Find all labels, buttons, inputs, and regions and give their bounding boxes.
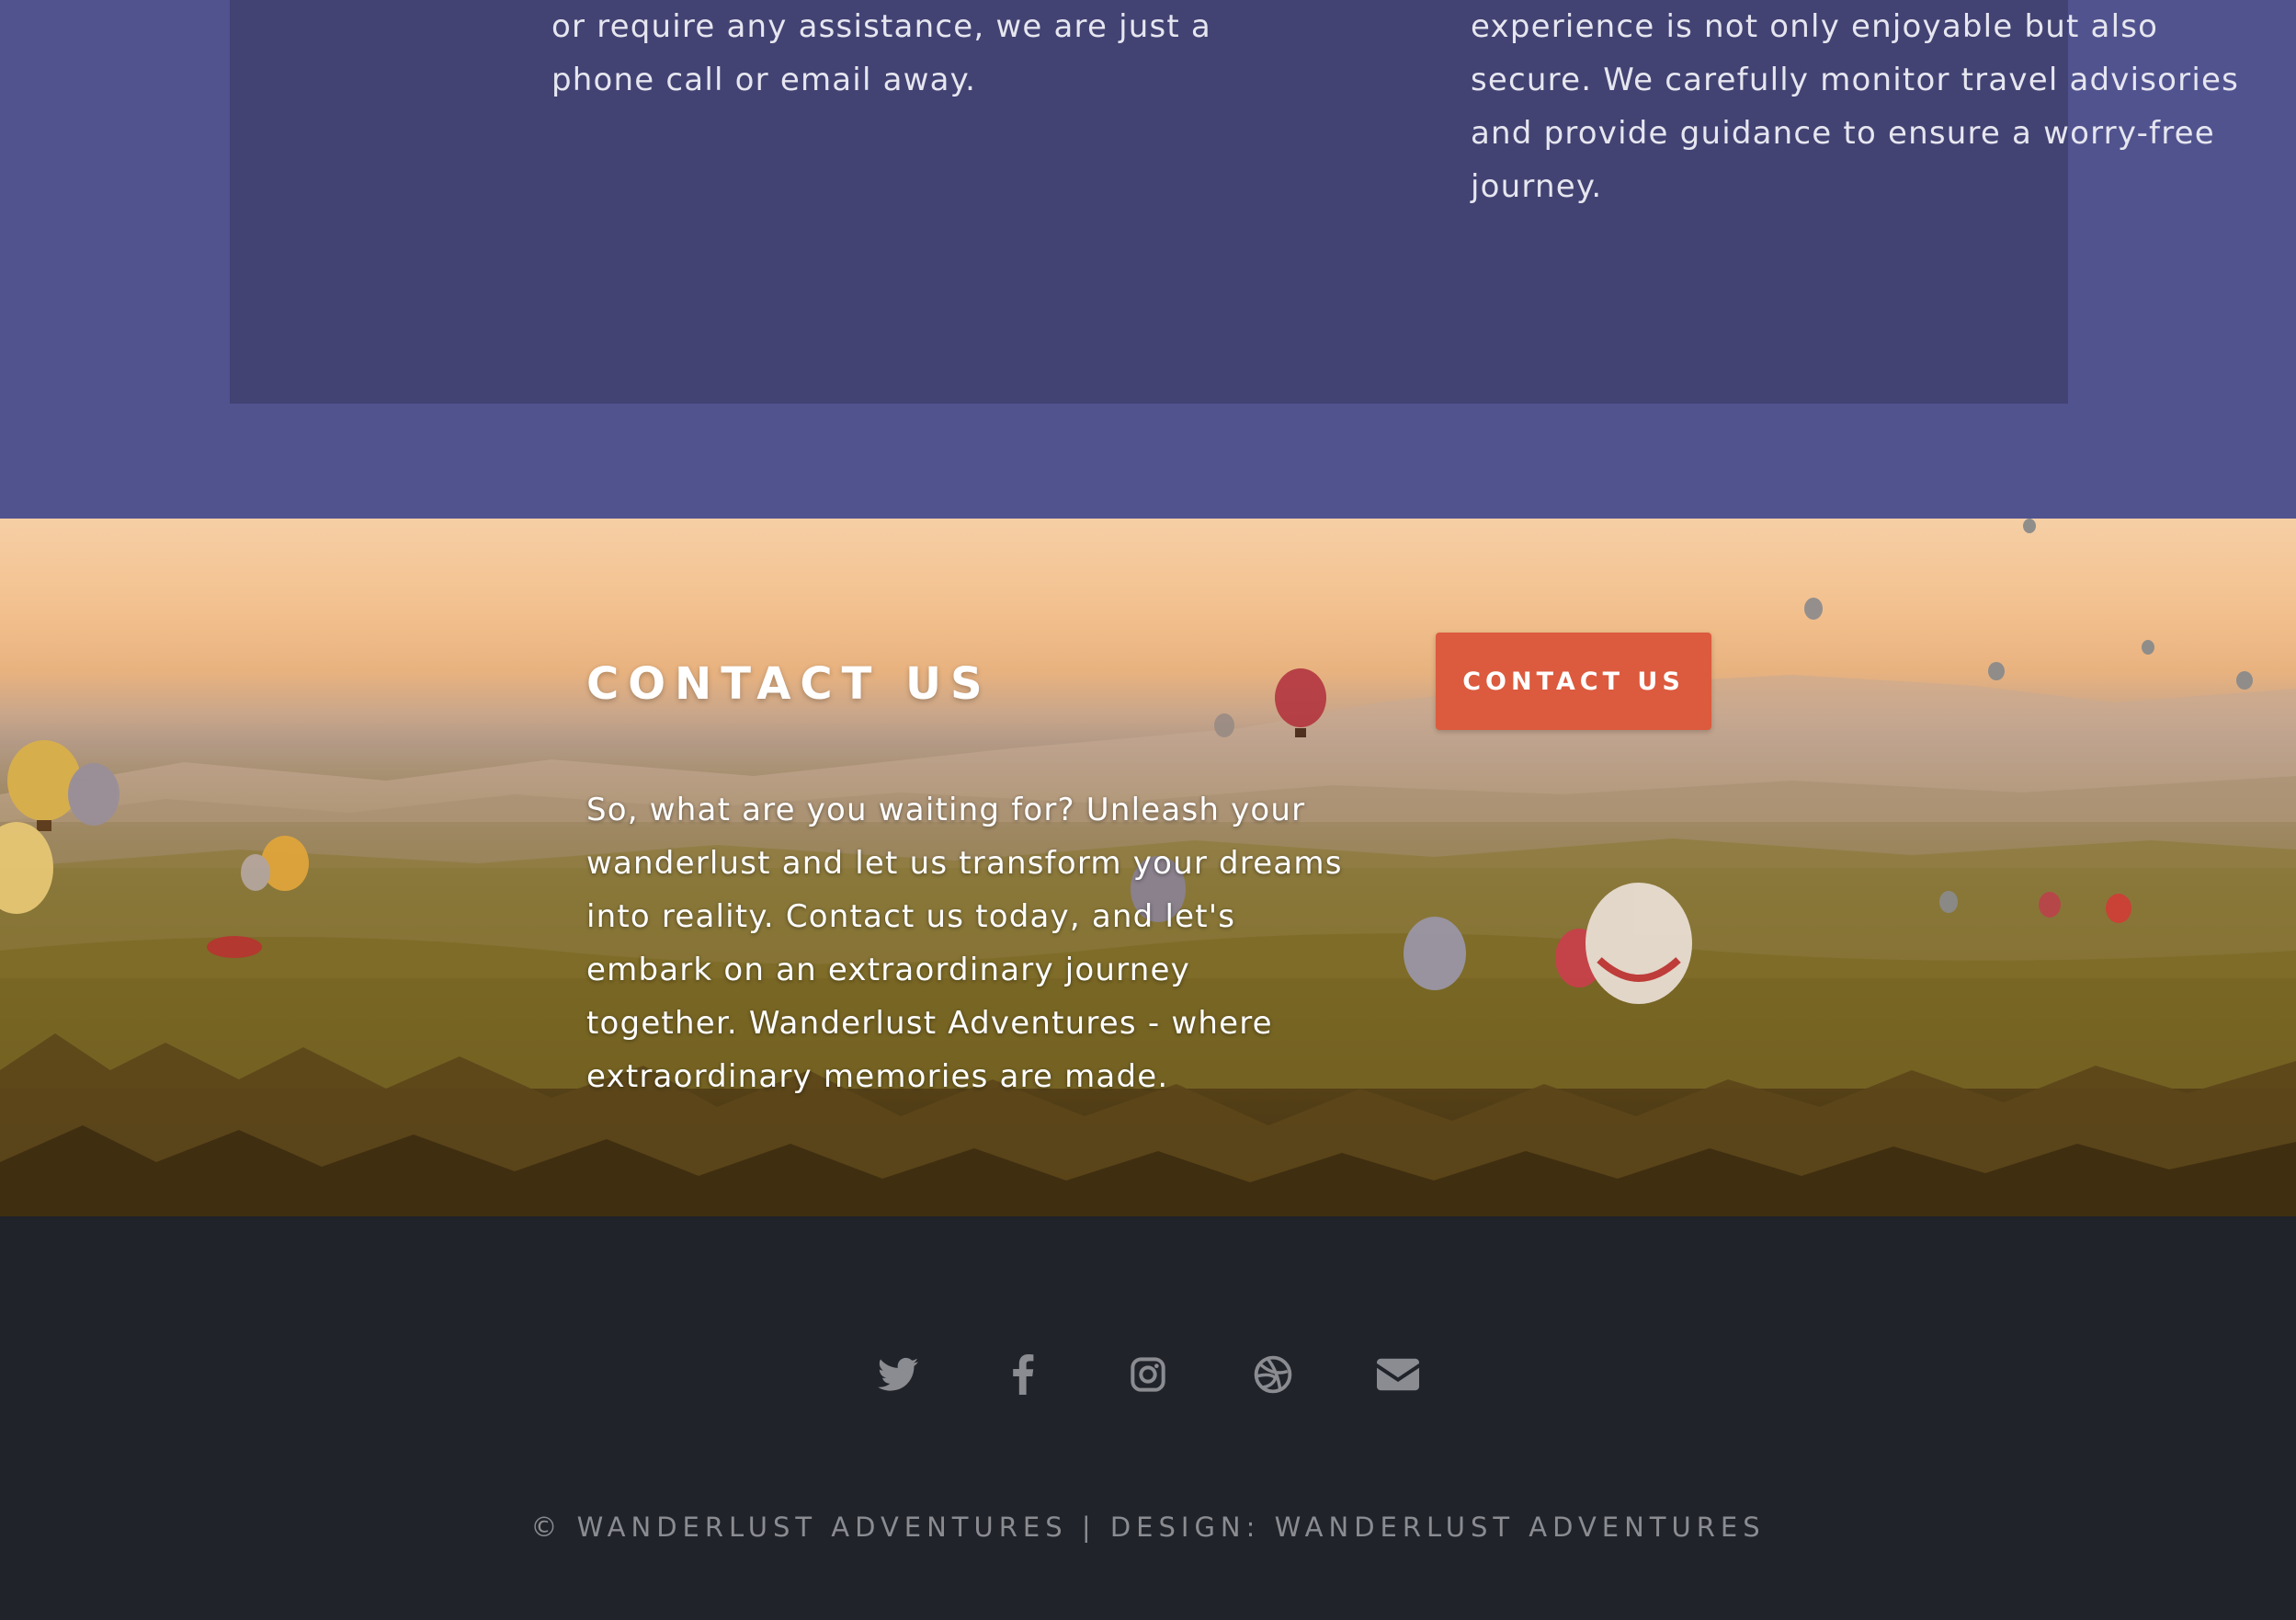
features-panel: or require any assistance, we are just a… [230, 0, 2238, 404]
copyright-text: © WANDERLUST ADVENTURES | DESIGN: WANDER… [530, 1512, 1766, 1543]
envelope-icon [1377, 1358, 1419, 1391]
contact-us-button[interactable]: CONTACT US [1436, 633, 1711, 730]
dribbble-icon [1254, 1355, 1292, 1394]
email-link[interactable] [1369, 1345, 1427, 1404]
dribbble-link[interactable] [1244, 1345, 1302, 1404]
twitter-link[interactable] [869, 1345, 927, 1404]
instagram-link[interactable] [1119, 1345, 1177, 1404]
instagram-icon [1131, 1357, 1165, 1392]
feature-support-text: or require any assistance, we are just a… [551, 8, 1211, 98]
social-links [0, 1345, 2296, 1409]
contact-description: So, what are you waiting for? Unleash yo… [586, 792, 1343, 1095]
footer: © WANDERLUST ADVENTURES | DESIGN: WANDER… [0, 1216, 2296, 1620]
feature-safety-text: experience is not only enjoyable but als… [1471, 8, 2240, 205]
facebook-link[interactable] [994, 1345, 1052, 1404]
contact-banner: CONTACT US So, what are you waiting for?… [0, 519, 2296, 1216]
features-section: or require any assistance, we are just a… [0, 0, 2296, 519]
contact-title: CONTACT US [586, 658, 992, 710]
facebook-icon [1013, 1354, 1034, 1395]
twitter-icon [878, 1357, 918, 1391]
